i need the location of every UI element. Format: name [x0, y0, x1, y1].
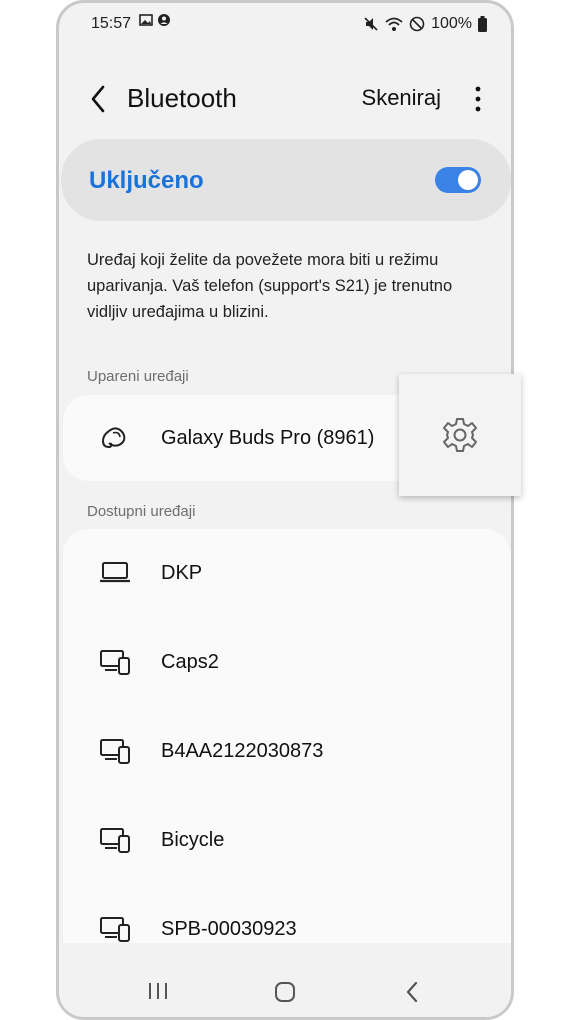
bluetooth-switch[interactable] [435, 167, 481, 193]
status-bar: 15:57 100% [59, 9, 511, 39]
available-device-row[interactable]: Bicycle [63, 796, 511, 884]
available-device-name: Caps2 [161, 651, 219, 673]
paired-device-name: Galaxy Buds Pro (8961) [161, 427, 375, 449]
device-settings-highlight[interactable] [399, 374, 521, 496]
available-device-name: B4AA2122030873 [161, 740, 324, 762]
back-arrow-icon[interactable] [85, 81, 113, 117]
home-icon[interactable] [274, 981, 296, 1003]
image-icon [139, 14, 153, 26]
laptop-icon [100, 562, 130, 583]
mute-icon [364, 17, 378, 31]
available-device-row[interactable]: B4AA2122030873 [63, 707, 511, 795]
scan-button[interactable]: Skeniraj [362, 85, 441, 111]
available-device-name: Bicycle [161, 829, 225, 851]
multi-device-icon [100, 739, 130, 764]
battery-percent: 100% [431, 15, 472, 32]
available-devices-list: DKP Caps2 B4AA2122030873 Bicycle SPB-000… [63, 529, 511, 949]
wifi-icon [385, 17, 403, 31]
multi-device-icon [100, 917, 130, 942]
battery-icon [478, 16, 487, 32]
multi-device-icon [100, 650, 130, 675]
bluetooth-toggle-row[interactable]: Uključeno [61, 139, 511, 221]
available-device-row[interactable]: Caps2 [63, 618, 511, 706]
navigation-bar [59, 943, 511, 1017]
earbuds-icon [101, 427, 126, 449]
available-device-row[interactable]: DKP [63, 529, 511, 617]
recents-icon[interactable] [147, 981, 169, 1001]
phone-frame: 15:57 100% Bluetooth Skeniraj Uključeno … [56, 0, 514, 1020]
toggle-label: Uključeno [89, 167, 204, 194]
more-options-icon[interactable] [473, 85, 483, 113]
do-not-disturb-icon [409, 16, 425, 32]
paired-section-label: Upareni uređaji [87, 368, 189, 385]
status-time: 15:57 [91, 15, 132, 32]
pairing-description: Uređaj koji želite da povežete mora biti… [87, 251, 453, 321]
switch-knob [458, 170, 478, 190]
gear-icon[interactable] [441, 416, 479, 454]
page-title: Bluetooth [127, 83, 237, 113]
app-bar: Bluetooth Skeniraj [59, 73, 511, 127]
account-circle-icon [158, 14, 170, 26]
multi-device-icon [100, 828, 130, 853]
available-device-name: DKP [161, 562, 203, 584]
available-device-name: SPB-00030923 [161, 918, 297, 940]
back-icon[interactable] [404, 981, 420, 1003]
available-section-label: Dostupni uređaji [87, 503, 196, 520]
